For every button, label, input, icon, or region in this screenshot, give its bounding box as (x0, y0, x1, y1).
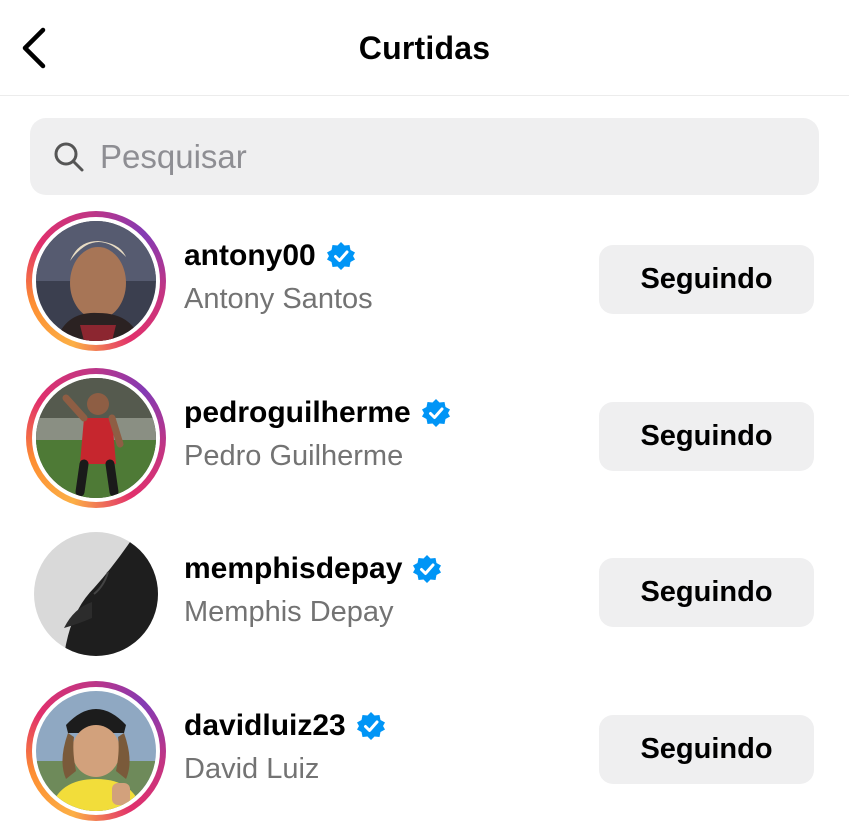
page-title: Curtidas (358, 30, 491, 66)
following-button[interactable]: Seguindo (599, 715, 814, 784)
full-name: Antony Santos (184, 283, 373, 315)
list-item[interactable]: pedroguilherme Pedro Guilherme Seguindo (0, 368, 849, 508)
full-name: Pedro Guilherme (184, 440, 404, 472)
username[interactable]: antony00 (184, 239, 316, 273)
search-input[interactable] (100, 137, 750, 176)
search-icon (54, 142, 84, 171)
username[interactable]: davidluiz23 (184, 709, 346, 743)
search-bar[interactable] (30, 118, 819, 195)
list-item[interactable]: antony00 Antony Santos Seguindo (0, 211, 849, 351)
avatar[interactable] (36, 378, 156, 498)
story-ring (26, 211, 166, 351)
full-name: Memphis Depay (184, 596, 394, 628)
verified-badge-icon (421, 399, 450, 427)
avatar-container (26, 524, 166, 664)
avatar[interactable] (36, 691, 156, 811)
list-item[interactable]: davidluiz23 David Luiz Seguindo (0, 681, 849, 821)
verified-badge-icon (326, 242, 355, 270)
header-bar: Curtidas (0, 0, 849, 96)
following-button[interactable]: Seguindo (599, 402, 814, 471)
avatar[interactable] (34, 532, 158, 656)
avatar[interactable] (36, 221, 156, 341)
full-name: David Luiz (184, 753, 320, 785)
verified-badge-icon (413, 555, 442, 583)
verified-badge-icon (356, 712, 385, 740)
list-item[interactable]: memphisdepay Memphis Depay Seguindo (0, 524, 849, 664)
story-ring (26, 681, 166, 821)
following-button[interactable]: Seguindo (599, 558, 814, 627)
following-button[interactable]: Seguindo (599, 245, 814, 314)
story-ring (26, 368, 166, 508)
username[interactable]: memphisdepay (184, 552, 402, 586)
username[interactable]: pedroguilherme (184, 396, 411, 430)
